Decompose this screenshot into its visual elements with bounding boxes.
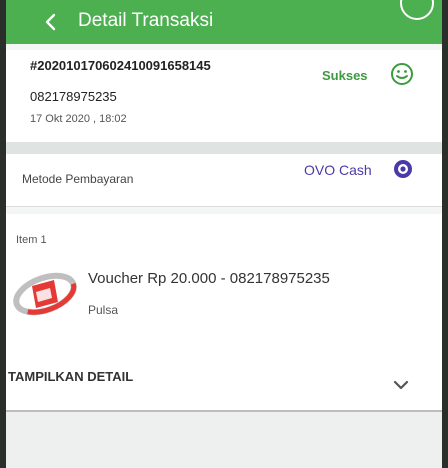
page-title: Detail Transaksi xyxy=(78,10,214,31)
phone-number: 082178975235 xyxy=(30,89,117,104)
item-category: Pulsa xyxy=(88,303,119,317)
telkomsel-logo xyxy=(13,272,77,316)
app-bar: Detail Transaksi xyxy=(6,0,442,44)
smile-icon xyxy=(391,63,413,85)
transaction-detail-screen: Detail Transaksi #2020101706024100916581… xyxy=(6,0,442,468)
bottom-area xyxy=(6,412,442,468)
transaction-id: #2020101706024100916581​45 xyxy=(30,58,211,73)
chevron-down-icon[interactable] xyxy=(392,378,410,392)
chevron-left-icon[interactable] xyxy=(40,10,62,34)
item-label: Item 1 xyxy=(16,234,47,246)
show-detail-label[interactable]: TAMPILKAN DETAIL xyxy=(8,369,133,384)
payment-method-value: OVO Cash xyxy=(304,162,372,178)
ovo-icon xyxy=(394,160,412,178)
status-badge: Sukses xyxy=(322,68,368,83)
menu-icon[interactable] xyxy=(400,0,434,20)
transaction-date: 17 Okt 2020 , 18:02 xyxy=(30,113,127,125)
item-title: Voucher Rp 20.000 - 082178975235 xyxy=(88,270,330,287)
section-divider xyxy=(6,142,442,154)
payment-method-label: Metode Pembayaran xyxy=(22,172,134,186)
